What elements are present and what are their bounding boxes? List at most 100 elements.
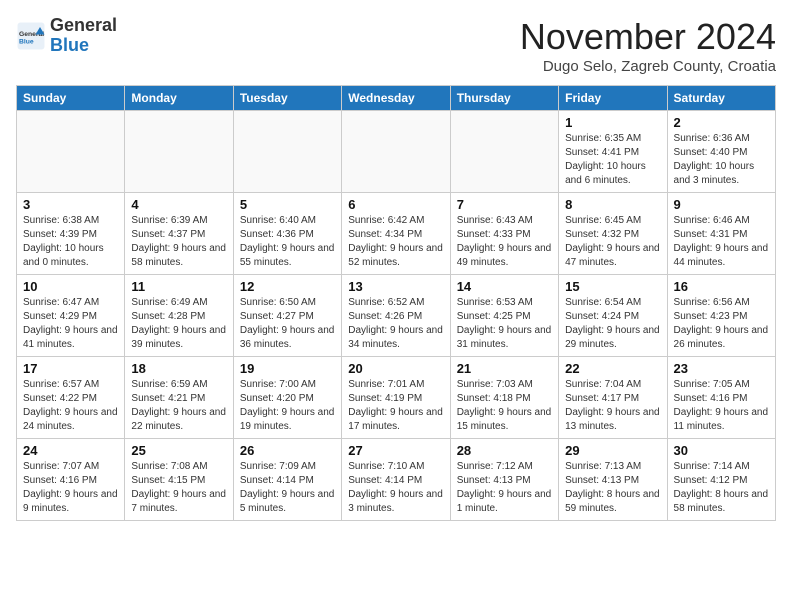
day-info: Sunrise: 6:38 AM Sunset: 4:39 PM Dayligh… xyxy=(23,214,118,270)
calendar-cell xyxy=(125,111,233,193)
day-number: 3 xyxy=(23,197,118,212)
calendar-cell: 25 Sunrise: 7:08 AM Sunset: 4:15 PM Dayli… xyxy=(125,439,233,521)
logo-blue-text: Blue xyxy=(50,35,89,55)
day-info: Sunrise: 7:09 AM Sunset: 4:14 PM Dayligh… xyxy=(240,460,335,516)
day-number: 30 xyxy=(674,443,769,458)
day-info: Sunrise: 6:43 AM Sunset: 4:33 PM Dayligh… xyxy=(457,214,552,270)
logo-general-text: General xyxy=(50,15,117,35)
day-number: 17 xyxy=(23,361,118,376)
weekday-header-saturday: Saturday xyxy=(667,86,775,111)
calendar-cell xyxy=(450,111,558,193)
day-info: Sunrise: 6:46 AM Sunset: 4:31 PM Dayligh… xyxy=(674,214,769,270)
calendar-cell: 30 Sunrise: 7:14 AM Sunset: 4:12 PM Dayli… xyxy=(667,439,775,521)
day-info: Sunrise: 6:40 AM Sunset: 4:36 PM Dayligh… xyxy=(240,214,335,270)
calendar-cell: 14 Sunrise: 6:53 AM Sunset: 4:25 PM Dayli… xyxy=(450,275,558,357)
day-number: 14 xyxy=(457,279,552,294)
calendar-cell: 5 Sunrise: 6:40 AM Sunset: 4:36 PM Daylig… xyxy=(233,193,341,275)
calendar-cell: 8Sunrise: 6:45 AM Sunset: 4:32 PM Daylig… xyxy=(559,193,667,275)
calendar-cell: 27 Sunrise: 7:10 AM Sunset: 4:14 PM Dayli… xyxy=(342,439,450,521)
day-number: 10 xyxy=(23,279,118,294)
day-info: Sunrise: 6:42 AM Sunset: 4:34 PM Dayligh… xyxy=(348,214,443,270)
day-number: 12 xyxy=(240,279,335,294)
weekday-header-monday: Monday xyxy=(125,86,233,111)
day-info: Sunrise: 6:39 AM Sunset: 4:37 PM Dayligh… xyxy=(131,214,226,270)
calendar-cell: 26 Sunrise: 7:09 AM Sunset: 4:14 PM Dayli… xyxy=(233,439,341,521)
day-info: Sunrise: 6:50 AM Sunset: 4:27 PM Dayligh… xyxy=(240,296,335,352)
calendar-cell xyxy=(17,111,125,193)
calendar-cell: 21Sunrise: 7:03 AM Sunset: 4:18 PM Dayli… xyxy=(450,357,558,439)
month-title: November 2024 xyxy=(520,16,776,58)
day-info: Sunrise: 7:08 AM Sunset: 4:15 PM Dayligh… xyxy=(131,460,226,516)
calendar-cell: 3 Sunrise: 6:38 AM Sunset: 4:39 PM Daylig… xyxy=(17,193,125,275)
day-number: 29 xyxy=(565,443,660,458)
calendar-cell: 4Sunrise: 6:39 AM Sunset: 4:37 PM Daylig… xyxy=(125,193,233,275)
calendar-cell: 23 Sunrise: 7:05 AM Sunset: 4:16 PM Dayli… xyxy=(667,357,775,439)
day-number: 11 xyxy=(131,279,226,294)
day-info: Sunrise: 6:47 AM Sunset: 4:29 PM Dayligh… xyxy=(23,296,118,352)
calendar-cell: 12 Sunrise: 6:50 AM Sunset: 4:27 PM Dayli… xyxy=(233,275,341,357)
calendar-cell: 24Sunrise: 7:07 AM Sunset: 4:16 PM Dayli… xyxy=(17,439,125,521)
day-number: 2 xyxy=(674,115,769,130)
day-number: 25 xyxy=(131,443,226,458)
calendar-cell: 6 Sunrise: 6:42 AM Sunset: 4:34 PM Daylig… xyxy=(342,193,450,275)
day-number: 27 xyxy=(348,443,443,458)
day-info: Sunrise: 6:35 AM Sunset: 4:41 PM Dayligh… xyxy=(565,132,660,188)
calendar-cell: 9Sunrise: 6:46 AM Sunset: 4:31 PM Daylig… xyxy=(667,193,775,275)
week-row-2: 3 Sunrise: 6:38 AM Sunset: 4:39 PM Daylig… xyxy=(17,193,776,275)
day-number: 21 xyxy=(457,361,552,376)
day-number: 6 xyxy=(348,197,443,212)
logo: General Blue General Blue xyxy=(16,16,117,56)
week-row-5: 24Sunrise: 7:07 AM Sunset: 4:16 PM Dayli… xyxy=(17,439,776,521)
day-info: Sunrise: 6:54 AM Sunset: 4:24 PM Dayligh… xyxy=(565,296,660,352)
day-number: 5 xyxy=(240,197,335,212)
day-info: Sunrise: 6:36 AM Sunset: 4:40 PM Dayligh… xyxy=(674,132,769,188)
day-number: 19 xyxy=(240,361,335,376)
day-info: Sunrise: 6:56 AM Sunset: 4:23 PM Dayligh… xyxy=(674,296,769,352)
day-number: 13 xyxy=(348,279,443,294)
day-info: Sunrise: 6:53 AM Sunset: 4:25 PM Dayligh… xyxy=(457,296,552,352)
day-info: Sunrise: 7:07 AM Sunset: 4:16 PM Dayligh… xyxy=(23,460,118,516)
day-number: 20 xyxy=(348,361,443,376)
calendar-cell: 15 Sunrise: 6:54 AM Sunset: 4:24 PM Dayli… xyxy=(559,275,667,357)
day-info: Sunrise: 6:52 AM Sunset: 4:26 PM Dayligh… xyxy=(348,296,443,352)
day-info: Sunrise: 6:57 AM Sunset: 4:22 PM Dayligh… xyxy=(23,378,118,434)
week-row-4: 17 Sunrise: 6:57 AM Sunset: 4:22 PM Dayli… xyxy=(17,357,776,439)
logo-icon: General Blue xyxy=(16,21,46,51)
calendar-cell xyxy=(342,111,450,193)
day-number: 15 xyxy=(565,279,660,294)
weekday-header-sunday: Sunday xyxy=(17,86,125,111)
calendar-cell: 28 Sunrise: 7:12 AM Sunset: 4:13 PM Dayli… xyxy=(450,439,558,521)
day-number: 28 xyxy=(457,443,552,458)
weekday-header-thursday: Thursday xyxy=(450,86,558,111)
calendar-cell: 2 Sunrise: 6:36 AM Sunset: 4:40 PM Daylig… xyxy=(667,111,775,193)
calendar-cell xyxy=(233,111,341,193)
calendar-cell: 10 Sunrise: 6:47 AM Sunset: 4:29 PM Dayli… xyxy=(17,275,125,357)
day-number: 26 xyxy=(240,443,335,458)
title-block: November 2024 Dugo Selo, Zagreb County, … xyxy=(520,16,776,75)
day-info: Sunrise: 7:14 AM Sunset: 4:12 PM Dayligh… xyxy=(674,460,769,516)
day-number: 1 xyxy=(565,115,660,130)
day-info: Sunrise: 7:12 AM Sunset: 4:13 PM Dayligh… xyxy=(457,460,552,516)
day-info: Sunrise: 7:05 AM Sunset: 4:16 PM Dayligh… xyxy=(674,378,769,434)
weekday-header-tuesday: Tuesday xyxy=(233,86,341,111)
calendar-cell: 29 Sunrise: 7:13 AM Sunset: 4:13 PM Dayli… xyxy=(559,439,667,521)
calendar-cell: 20 Sunrise: 7:01 AM Sunset: 4:19 PM Dayli… xyxy=(342,357,450,439)
day-info: Sunrise: 7:01 AM Sunset: 4:19 PM Dayligh… xyxy=(348,378,443,434)
day-info: Sunrise: 6:45 AM Sunset: 4:32 PM Dayligh… xyxy=(565,214,660,270)
calendar-table: SundayMondayTuesdayWednesdayThursdayFrid… xyxy=(16,85,776,521)
week-row-3: 10 Sunrise: 6:47 AM Sunset: 4:29 PM Dayli… xyxy=(17,275,776,357)
day-number: 18 xyxy=(131,361,226,376)
calendar-cell: 13 Sunrise: 6:52 AM Sunset: 4:26 PM Dayli… xyxy=(342,275,450,357)
page-header: General Blue General Blue November 2024 … xyxy=(16,16,776,75)
day-info: Sunrise: 6:59 AM Sunset: 4:21 PM Dayligh… xyxy=(131,378,226,434)
day-number: 23 xyxy=(674,361,769,376)
weekday-header-wednesday: Wednesday xyxy=(342,86,450,111)
day-info: Sunrise: 7:13 AM Sunset: 4:13 PM Dayligh… xyxy=(565,460,660,516)
day-info: Sunrise: 7:10 AM Sunset: 4:14 PM Dayligh… xyxy=(348,460,443,516)
day-info: Sunrise: 7:04 AM Sunset: 4:17 PM Dayligh… xyxy=(565,378,660,434)
day-number: 16 xyxy=(674,279,769,294)
weekday-header-friday: Friday xyxy=(559,86,667,111)
day-number: 22 xyxy=(565,361,660,376)
calendar-cell: 19Sunrise: 7:00 AM Sunset: 4:20 PM Dayli… xyxy=(233,357,341,439)
week-row-1: 1 Sunrise: 6:35 AM Sunset: 4:41 PM Daylig… xyxy=(17,111,776,193)
